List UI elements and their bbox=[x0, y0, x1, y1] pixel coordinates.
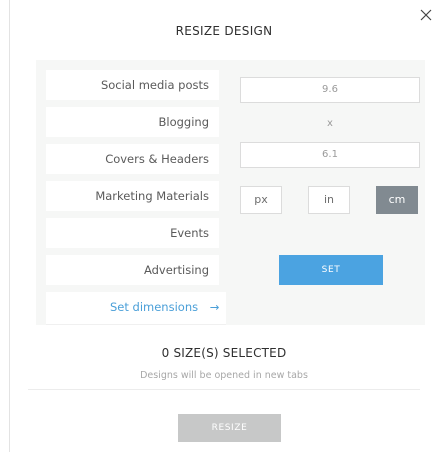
dimension-panel: 9.6 x 6.1 px in cm SET bbox=[226, 60, 425, 325]
divider bbox=[28, 389, 420, 390]
category-events[interactable]: Events bbox=[46, 218, 219, 248]
category-marketing-materials[interactable]: Marketing Materials bbox=[46, 181, 219, 211]
open-in-new-tabs-note: Designs will be opened in new tabs bbox=[140, 370, 308, 381]
dimension-separator: x bbox=[327, 118, 333, 129]
resize-design-dialog: RESIZE DESIGN Social media posts Bloggin… bbox=[9, 0, 437, 452]
unit-cm-button[interactable]: cm bbox=[376, 186, 418, 214]
selected-count: 0 SIZE(S) SELECTED bbox=[161, 346, 287, 360]
arrow-right-icon: → bbox=[209, 300, 220, 314]
resize-button[interactable]: RESIZE bbox=[178, 414, 281, 442]
unit-px-button[interactable]: px bbox=[240, 186, 282, 214]
dialog-title: RESIZE DESIGN bbox=[175, 24, 273, 38]
set-dimensions-label: Set dimensions bbox=[110, 300, 199, 314]
category-social-media-posts[interactable]: Social media posts bbox=[46, 70, 219, 100]
category-covers-headers[interactable]: Covers & Headers bbox=[46, 144, 219, 174]
category-blogging[interactable]: Blogging bbox=[46, 107, 219, 137]
category-set-dimensions[interactable]: Set dimensions → bbox=[46, 292, 253, 324]
width-input[interactable]: 9.6 bbox=[240, 77, 420, 103]
set-button[interactable]: SET bbox=[279, 255, 383, 285]
height-input[interactable]: 6.1 bbox=[240, 142, 420, 168]
unit-in-button[interactable]: in bbox=[308, 186, 350, 214]
close-icon[interactable] bbox=[420, 6, 432, 21]
size-panel: Social media posts Blogging Covers & Hea… bbox=[36, 60, 425, 325]
category-list: Social media posts Blogging Covers & Hea… bbox=[36, 60, 253, 325]
category-advertising[interactable]: Advertising bbox=[46, 255, 219, 285]
